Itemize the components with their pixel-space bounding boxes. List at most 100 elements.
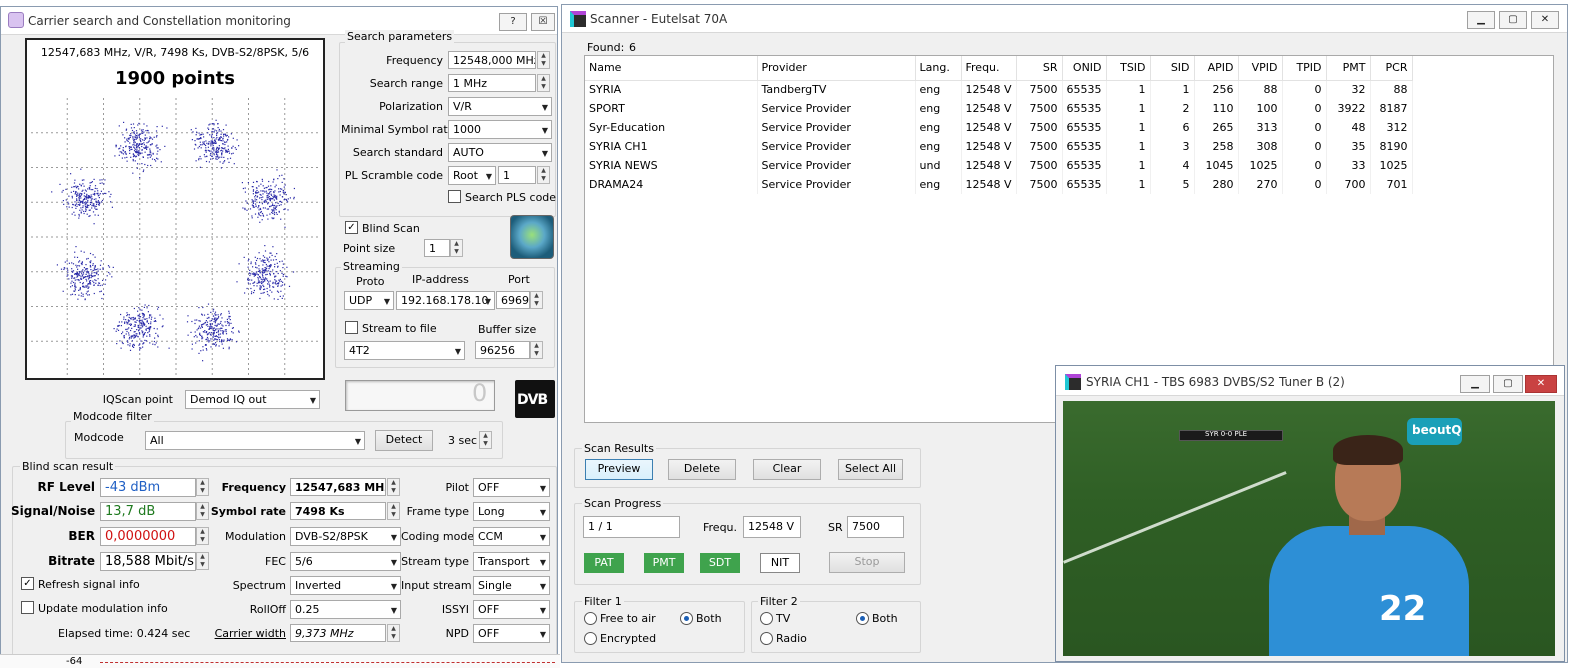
spectrum-strip-value: -64 xyxy=(66,656,83,667)
point-size-input[interactable]: 1 xyxy=(424,239,450,257)
help-button[interactable]: ? xyxy=(499,13,527,31)
tv-radio[interactable] xyxy=(760,612,773,625)
ber-value: 0,0000000 xyxy=(100,527,196,546)
buffer-size-spinner[interactable]: ▲ ▼ xyxy=(530,341,543,359)
stream-type-select[interactable]: Transport xyxy=(473,552,550,571)
polarization-label: Polarization xyxy=(379,100,443,113)
filter1-both-radio[interactable] xyxy=(680,612,693,625)
buffer-size-input[interactable]: 96256 xyxy=(475,341,530,359)
modulation-select[interactable]: DVB-S2/8PSK xyxy=(290,527,401,546)
column-header[interactable]: Frequ. xyxy=(961,56,1017,81)
spectrum-label: Spectrum xyxy=(232,579,286,592)
snr-label: Signal/Noise xyxy=(11,504,96,518)
detect-button[interactable]: Detect xyxy=(375,430,433,451)
filter2-both-radio[interactable] xyxy=(856,612,869,625)
search-pls-label: Search PLS code xyxy=(465,191,557,204)
update-modulation-checkbox[interactable] xyxy=(21,601,34,614)
minimize-icon[interactable]: ▁ xyxy=(1460,375,1490,393)
search-range-spinner[interactable]: ▲ ▼ xyxy=(537,74,550,92)
table-row[interactable]: SYRIA NEWS Service Provider und 12548 V 7500… xyxy=(585,156,1413,175)
column-header[interactable]: APID xyxy=(1194,56,1239,81)
detect-interval-input[interactable]: 3 sec xyxy=(443,431,479,449)
table-cell: 0 xyxy=(1282,80,1327,99)
close-icon[interactable]: ✕ xyxy=(1525,375,1557,393)
column-header[interactable]: PMT xyxy=(1326,56,1371,81)
npd-select[interactable]: OFF xyxy=(473,624,550,643)
result-frequency-spinner[interactable]: ▲ ▼ xyxy=(387,478,400,496)
preview-button[interactable]: Preview xyxy=(585,459,653,480)
port-spinner[interactable]: ▲ ▼ xyxy=(530,291,543,309)
frequency-input[interactable]: 12548,000 MHz xyxy=(448,51,536,69)
carrier-width-value: 9,373 MHz xyxy=(290,624,386,642)
column-header[interactable]: SR xyxy=(1016,56,1063,81)
ip-address-select[interactable]: 192.168.178.10 xyxy=(396,291,495,310)
spectrum-select[interactable]: Inverted xyxy=(290,576,401,595)
refresh-signal-checkbox[interactable]: ✓ xyxy=(21,577,34,590)
close-icon[interactable]: ✕ xyxy=(1531,11,1559,29)
file-mode-select[interactable]: 4T2 xyxy=(344,341,465,360)
skin-logo-icon[interactable] xyxy=(510,215,554,259)
pilot-label: Pilot xyxy=(445,481,469,494)
detect-interval-spinner[interactable]: ▲ ▼ xyxy=(479,431,492,449)
iqscan-point-select[interactable]: Demod IQ out xyxy=(185,390,320,409)
column-header[interactable]: VPID xyxy=(1238,56,1283,81)
table-header: Name Provider Lang. Frequ. SR ONID TSID SID APID… xyxy=(585,56,1413,81)
polarization-select[interactable]: V/R xyxy=(448,97,552,116)
search-range-input[interactable]: 1 MHz xyxy=(448,74,536,92)
column-header[interactable]: TPID xyxy=(1282,56,1327,81)
table-row[interactable]: Syr-Education Service Provider eng 12548 V7… xyxy=(585,118,1413,137)
carrier-search-window: Carrier search and Constellation monitor… xyxy=(0,6,558,668)
search-pls-checkbox[interactable] xyxy=(448,190,461,203)
table-row[interactable]: SYRIA CH1 Service Provider eng 12548 V 7500 6… xyxy=(585,137,1413,156)
minimize-icon[interactable]: ▁ xyxy=(1467,11,1495,29)
progress-frequ-label: Frequ. xyxy=(703,521,738,534)
close-icon[interactable]: ☒ xyxy=(531,13,555,31)
fec-select[interactable]: 5/6 xyxy=(290,552,401,571)
progress-count: 1 / 1 xyxy=(583,516,680,538)
proto-select[interactable]: UDP xyxy=(344,291,394,310)
pilot-select[interactable]: OFF xyxy=(473,478,550,497)
table-row[interactable]: DRAMA24 Service Provider eng 12548 V 7500 655… xyxy=(585,175,1413,194)
frequency-spinner[interactable]: ▲ ▼ xyxy=(537,51,550,69)
result-symbol-rate-spinner[interactable]: ▲ ▼ xyxy=(387,502,400,520)
encrypted-radio[interactable] xyxy=(584,632,597,645)
scan-results-title: Scan Results xyxy=(582,442,656,455)
min-symbol-rate-select[interactable]: 1000 xyxy=(448,120,552,139)
streaming-title: Streaming xyxy=(341,260,402,273)
rolloff-select[interactable]: 0.25 xyxy=(290,600,401,619)
coding-mode-select[interactable]: CCM xyxy=(473,527,550,546)
pl-scramble-mode-select[interactable]: Root xyxy=(448,166,496,185)
delete-button[interactable]: Delete xyxy=(668,459,736,480)
carrier-width-spinner[interactable]: ▲ ▼ xyxy=(387,624,400,642)
blind-scan-checkbox[interactable]: ✓ xyxy=(345,221,358,234)
pl-scramble-spinner[interactable]: ▲ ▼ xyxy=(537,166,550,184)
column-header[interactable]: Name xyxy=(585,56,758,81)
table-row[interactable]: SPORT Service Provider eng 12548 V 7500 65535… xyxy=(585,99,1413,118)
table-row[interactable]: SYRIA TandbergTV eng 12548 V 7500 65535 1 1 256 8… xyxy=(585,80,1413,99)
stream-to-file-checkbox[interactable] xyxy=(345,321,358,334)
input-stream-select[interactable]: Single xyxy=(473,576,550,595)
select-all-button[interactable]: Select All xyxy=(838,459,903,480)
modcode-select[interactable]: All xyxy=(145,431,365,450)
maximize-icon[interactable]: ▢ xyxy=(1499,11,1527,29)
frame-type-select[interactable]: Long xyxy=(473,502,550,521)
column-header[interactable]: TSID xyxy=(1106,56,1151,81)
column-header[interactable]: PCR xyxy=(1370,56,1413,81)
table-cell: 1025 xyxy=(1370,156,1413,175)
pl-scramble-value[interactable]: 1 xyxy=(498,166,536,184)
port-input[interactable]: 6969 xyxy=(496,291,530,309)
carrier-width-label[interactable]: Carrier width xyxy=(201,627,286,640)
clear-button[interactable]: Clear xyxy=(753,459,821,480)
column-header[interactable]: Provider xyxy=(757,56,916,81)
stop-button[interactable]: Stop xyxy=(829,552,905,573)
free-to-air-radio[interactable] xyxy=(584,612,597,625)
column-header[interactable]: SID xyxy=(1150,56,1195,81)
issyi-select[interactable]: OFF xyxy=(473,600,550,619)
search-standard-select[interactable]: AUTO xyxy=(448,143,552,162)
snr-value: 13,7 dB xyxy=(100,502,196,521)
column-header[interactable]: Lang. xyxy=(915,56,962,81)
radio-radio[interactable] xyxy=(760,632,773,645)
maximize-icon[interactable]: ▢ xyxy=(1493,375,1523,393)
column-header[interactable]: ONID xyxy=(1062,56,1107,81)
point-size-spinner[interactable]: ▲ ▼ xyxy=(450,239,463,257)
